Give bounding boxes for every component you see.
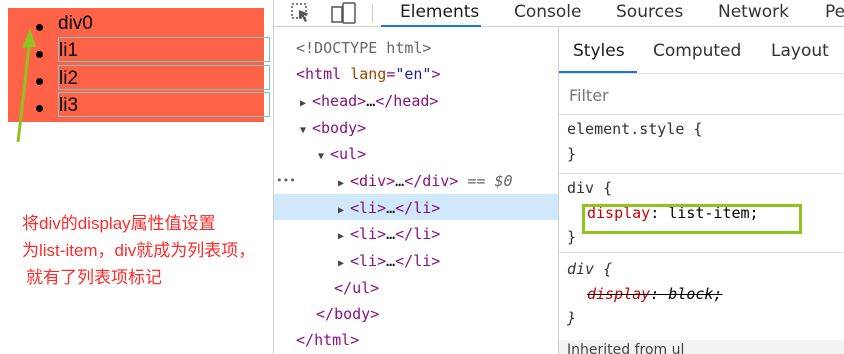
styles-tabs: Styles Computed Layout [559, 27, 844, 74]
collapse-icon[interactable]: ▼ [318, 144, 330, 170]
ellipsis: … [386, 252, 396, 270]
inherited-label: Inherited from ul [567, 342, 685, 354]
rule-selector: element.style { [567, 120, 703, 138]
rule-div-block: div { display: block; } [559, 253, 844, 339]
styles-pane: Styles Computed Layout Filter element.st… [558, 27, 844, 354]
ellipsis: … [386, 199, 396, 217]
tag-name: li [359, 199, 378, 217]
expand-icon[interactable]: ▶ [338, 251, 350, 277]
collapse-icon[interactable]: ▼ [300, 118, 312, 144]
tag-name: html [314, 331, 351, 349]
devtools-toolbar: Elements Console Sources Network Pe [274, 0, 844, 27]
dom-tree: <!DOCTYPE html> <html lang="en"> ▶ <head>… [274, 27, 558, 354]
active-tab-indicator [559, 71, 637, 73]
tab-computed[interactable]: Computed [653, 41, 741, 61]
dom-li[interactable]: ▶ <li>…</li> [338, 248, 440, 274]
annotation-line: 将div的display属性值设置 [22, 214, 216, 233]
selected-marker: == $0 [467, 172, 513, 190]
tag-name: ul [352, 279, 371, 297]
highlight-box [582, 204, 802, 234]
dom-li[interactable]: ▶ <li>…</li> [338, 195, 440, 221]
tag-name: body [321, 119, 358, 137]
dom-ul-close[interactable]: </ul> [334, 275, 379, 301]
rule-element-style: element.style { } [559, 115, 844, 174]
tab-performance[interactable]: Pe [825, 0, 844, 26]
inherited-header: Inherited from ul [559, 340, 844, 354]
dom-li[interactable]: ▶ <li>…</li> [338, 221, 440, 247]
tag-name: div [422, 172, 450, 190]
tag-name: li [359, 225, 378, 243]
dom-doctype[interactable]: <!DOCTYPE html> [296, 35, 431, 61]
tag-name: li [359, 252, 378, 270]
ellipsis: … [386, 225, 396, 243]
devtools-panel: Elements Console Sources Network Pe <!DO… [273, 0, 844, 354]
tag-name: ul [339, 145, 358, 163]
annotation-line: 为list-item，div就成为列表项， [22, 241, 256, 260]
expand-icon[interactable]: ▶ [300, 91, 312, 117]
css-property: display [587, 285, 651, 303]
tab-sources[interactable]: Sources [616, 0, 683, 26]
tag-name: body [334, 305, 371, 323]
dom-body-close[interactable]: </body> [316, 301, 379, 327]
device-toolbar-icon[interactable] [328, 0, 358, 26]
dom-ul[interactable]: ▼ <ul> [318, 141, 366, 167]
list-item-li3: li3 [58, 92, 270, 117]
inspect-element-icon[interactable] [288, 0, 314, 26]
tag-name: li [413, 252, 432, 270]
annotation-line: 就有了列表项标记 [26, 268, 162, 287]
dom-div-selected[interactable]: ▶ <div>…</div> == $0 [338, 168, 513, 194]
attr-value: "en" [395, 65, 432, 83]
dom-html[interactable]: <html lang="en"> [296, 61, 441, 87]
more-options-icon[interactable]: ••• [276, 168, 296, 194]
list-item-li2: li2 [58, 65, 270, 90]
expand-icon[interactable]: ▶ [338, 171, 350, 197]
tag-name: div [359, 172, 387, 190]
tag-name: head [393, 92, 430, 110]
ellipsis: … [366, 92, 376, 110]
filter-input[interactable]: Filter [559, 74, 844, 115]
tab-console[interactable]: Console [514, 0, 582, 26]
rule-close: } [567, 228, 577, 246]
annotation-text: 将div的display属性值设置 为list-item，div就成为列表项， … [22, 210, 255, 291]
rule-close: } [567, 309, 577, 327]
ellipsis: … [395, 172, 405, 190]
dom-head[interactable]: ▶ <head>…</head> [300, 88, 438, 114]
arrow-icon [16, 28, 36, 143]
attr-name: lang [350, 65, 387, 83]
css-value: block; [668, 285, 723, 303]
tab-elements[interactable]: Elements [400, 0, 479, 26]
rule-selector: div { [567, 179, 613, 197]
dom-body[interactable]: ▼ <body> [300, 115, 366, 141]
rule-close: } [567, 145, 577, 163]
toolbar-divider [372, 4, 373, 22]
tab-layout[interactable]: Layout [771, 41, 829, 61]
tag-name: head [321, 92, 358, 110]
tag-name: html [305, 65, 342, 83]
filter-placeholder: Filter [569, 86, 609, 105]
tag-name: li [413, 199, 432, 217]
css-declaration-overridden[interactable]: display: block; [587, 285, 722, 303]
page-preview: div0 li1 li2 li3 将div的display属性值设置 为list… [0, 0, 273, 354]
rule-selector: div { [567, 260, 613, 278]
dom-html-close[interactable]: </html> [296, 327, 359, 353]
list-item-div0: div0 [58, 13, 93, 34]
list-item-li1: li1 [58, 37, 270, 62]
tab-network[interactable]: Network [718, 0, 789, 26]
tag-name: li [413, 225, 432, 243]
expand-icon[interactable]: ▶ [338, 224, 350, 250]
tab-styles[interactable]: Styles [573, 41, 625, 61]
